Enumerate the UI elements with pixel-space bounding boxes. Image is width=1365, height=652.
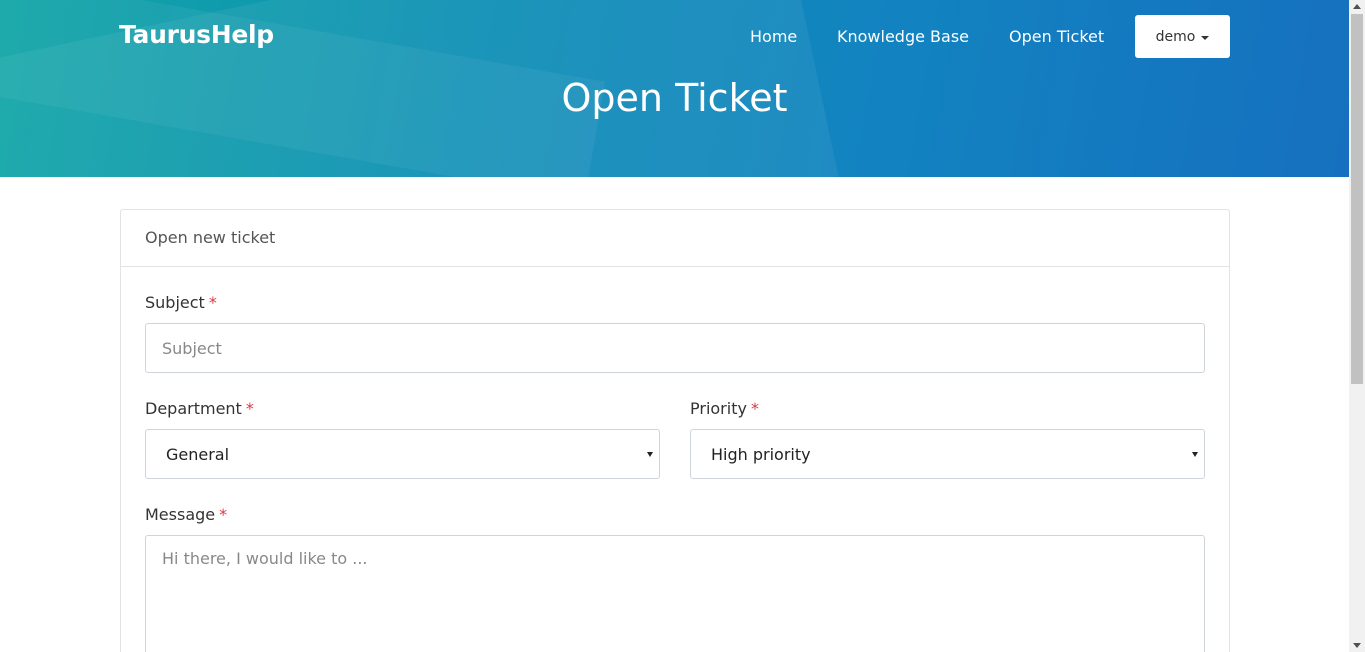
user-menu-button[interactable]: demo: [1135, 15, 1230, 58]
priority-label: Priority *: [690, 399, 759, 418]
nav-open-ticket[interactable]: Open Ticket: [1009, 27, 1104, 46]
scrollbar-thumb[interactable]: [1351, 14, 1363, 384]
nav-home[interactable]: Home: [750, 27, 797, 46]
select-arrow-icon: [647, 452, 653, 457]
required-mark: *: [245, 399, 254, 418]
page-title: Open Ticket: [561, 76, 788, 120]
priority-select[interactable]: High priority: [690, 429, 1205, 479]
user-menu-label: demo: [1155, 28, 1196, 45]
scroll-down-icon[interactable]: [1353, 643, 1361, 648]
subject-label-text: Subject: [145, 293, 205, 312]
message-textarea[interactable]: Hi there, I would like to ...: [145, 535, 1205, 652]
subject-input[interactable]: Subject: [145, 323, 1205, 373]
brand-logo[interactable]: TaurusHelp: [119, 20, 274, 49]
message-label-text: Message: [145, 505, 216, 524]
required-mark: *: [219, 505, 228, 524]
scroll-up-icon[interactable]: [1353, 4, 1361, 9]
ticket-form-card: Open new ticket Subject * Subject Departm…: [120, 209, 1230, 652]
required-mark: *: [208, 293, 217, 312]
subject-label: Subject *: [145, 293, 217, 312]
subject-placeholder: Subject: [162, 338, 222, 358]
nav-knowledge-base[interactable]: Knowledge Base: [837, 27, 969, 46]
page-header: TaurusHelp Home Knowledge Base Open Tick…: [0, 0, 1349, 177]
department-select[interactable]: General: [145, 429, 660, 479]
message-placeholder: Hi there, I would like to ...: [162, 549, 368, 568]
vertical-scrollbar[interactable]: [1349, 0, 1365, 652]
card-title: Open new ticket: [121, 210, 1229, 267]
priority-label-text: Priority: [690, 399, 747, 418]
department-value: General: [166, 444, 230, 464]
select-arrow-icon: [1192, 452, 1198, 457]
caret-down-icon: [1201, 35, 1210, 40]
department-label: Department *: [145, 399, 254, 418]
message-label: Message *: [145, 505, 227, 524]
department-label-text: Department: [145, 399, 242, 418]
priority-value: High priority: [711, 444, 811, 464]
required-mark: *: [750, 399, 759, 418]
